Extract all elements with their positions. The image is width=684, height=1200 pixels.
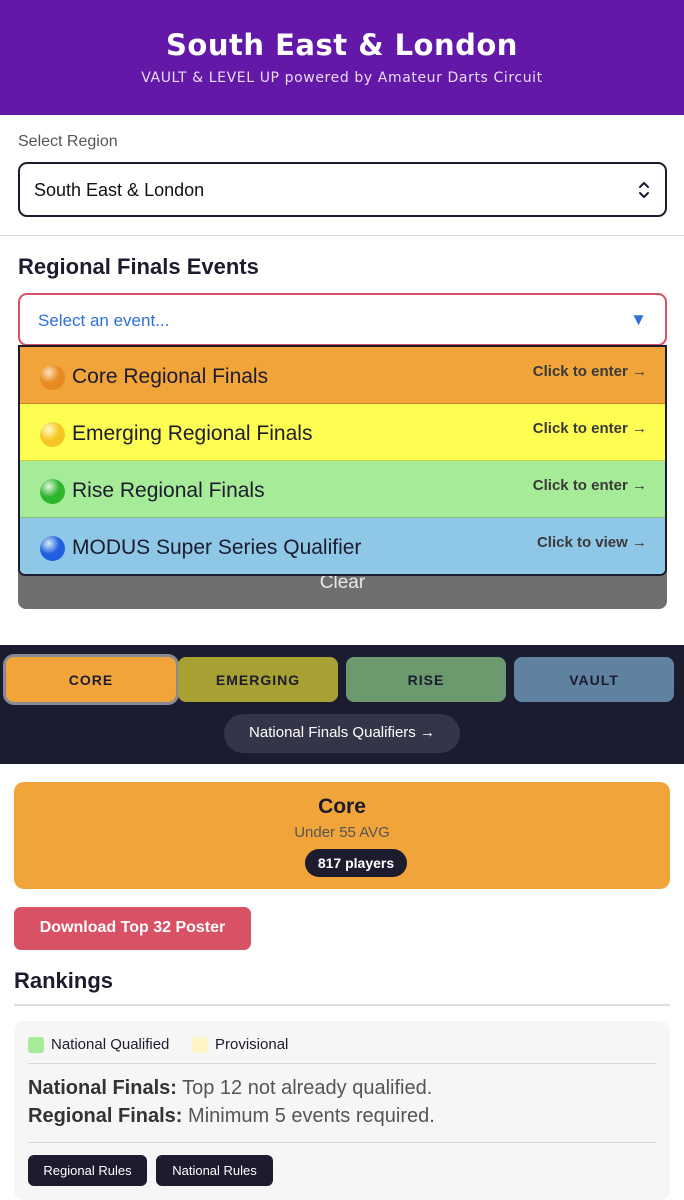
dropdown-item-label: MODUS Super Series Qualifier (72, 536, 362, 559)
category-tab-bar: CORE EMERGING RISE VAULT National Finals… (0, 645, 684, 764)
dropdown-item-rise-regional-finals[interactable]: Rise Regional Finals Click to enter → (20, 461, 665, 518)
category-title: Core (318, 795, 366, 818)
rankings-info-box: National Qualified Provisional National … (14, 1021, 670, 1200)
national-finals-label: National Finals: (28, 1077, 177, 1099)
dropdown-item-label: Core Regional Finals (72, 365, 269, 388)
category-subtitle: Under 55 AVG (294, 824, 390, 841)
green-circle-icon (40, 479, 65, 504)
legend-swatch-provisional (192, 1037, 208, 1053)
dropdown-arrow-icon: ▼ (630, 310, 647, 329)
tab-core[interactable]: CORE (6, 657, 176, 702)
tab-rise[interactable]: RISE (346, 657, 506, 702)
dropdown-item-modus-super-series-qualifier[interactable]: MODUS Super Series Qualifier Click to vi… (20, 518, 665, 574)
divider (28, 1142, 656, 1143)
dropdown-item-label: Rise Regional Finals (72, 479, 265, 502)
legend-swatch-national-qualified (28, 1037, 44, 1053)
dropdown-item-cta: Click to view → (536, 534, 647, 551)
dropdown-item-cta: Click to enter → (532, 420, 647, 437)
legend-label-national-qualified: National Qualified (51, 1036, 170, 1053)
region-select[interactable]: South East & London (18, 162, 667, 217)
region-select-label: Select Region (18, 133, 118, 150)
divider (28, 1063, 656, 1064)
download-poster-button[interactable]: Download Top 32 Poster (14, 907, 251, 950)
divider (14, 1004, 670, 1006)
regional-finals-text: Minimum 5 events required. (188, 1105, 435, 1127)
dropdown-item-label: Emerging Regional Finals (72, 422, 313, 445)
legend-label-provisional: Provisional (215, 1036, 289, 1053)
event-dropdown-menu: Core Regional Finals Click to enter → Em… (18, 345, 667, 576)
regional-finals-label: Regional Finals: (28, 1105, 183, 1127)
category-summary-card: Core Under 55 AVG 817 players (14, 782, 670, 889)
page-subtitle: VAULT & LEVEL UP powered by Amateur Dart… (141, 70, 543, 86)
tab-vault[interactable]: VAULT (514, 657, 674, 702)
page-title: South East & London (166, 28, 518, 62)
national-finals-text: Top 12 not already qualified. (182, 1077, 433, 1099)
events-section-title: Regional Finals Events (18, 254, 259, 279)
national-finals-rule: National Finals: Top 12 not already qual… (28, 1077, 432, 1100)
dropdown-item-cta: Click to enter → (532, 363, 647, 380)
national-finals-qualifiers-button[interactable]: National Finals Qualifiers → (224, 714, 460, 753)
divider (0, 235, 684, 236)
regional-finals-rule: Regional Finals: Minimum 5 events requir… (28, 1105, 435, 1128)
player-count-badge: 817 players (305, 849, 407, 877)
chevron-up-down-icon (639, 182, 649, 198)
event-select[interactable]: Select an event... ▼ (18, 293, 667, 346)
orange-circle-icon (40, 365, 65, 390)
national-rules-button[interactable]: National Rules (156, 1155, 273, 1186)
dropdown-item-cta: Click to enter → (532, 477, 647, 494)
rankings-title: Rankings (14, 968, 114, 993)
event-select-placeholder: Select an event... (38, 311, 170, 330)
blue-circle-icon (40, 536, 65, 561)
page-header: South East & London VAULT & LEVEL UP pow… (0, 0, 684, 115)
tab-emerging[interactable]: EMERGING (178, 657, 338, 702)
dropdown-item-emerging-regional-finals[interactable]: Emerging Regional Finals Click to enter … (20, 404, 665, 461)
dropdown-item-core-regional-finals[interactable]: Core Regional Finals Click to enter → (20, 347, 665, 404)
yellow-circle-icon (40, 422, 65, 447)
regional-rules-button[interactable]: Regional Rules (28, 1155, 147, 1186)
region-select-value: South East & London (34, 180, 205, 200)
